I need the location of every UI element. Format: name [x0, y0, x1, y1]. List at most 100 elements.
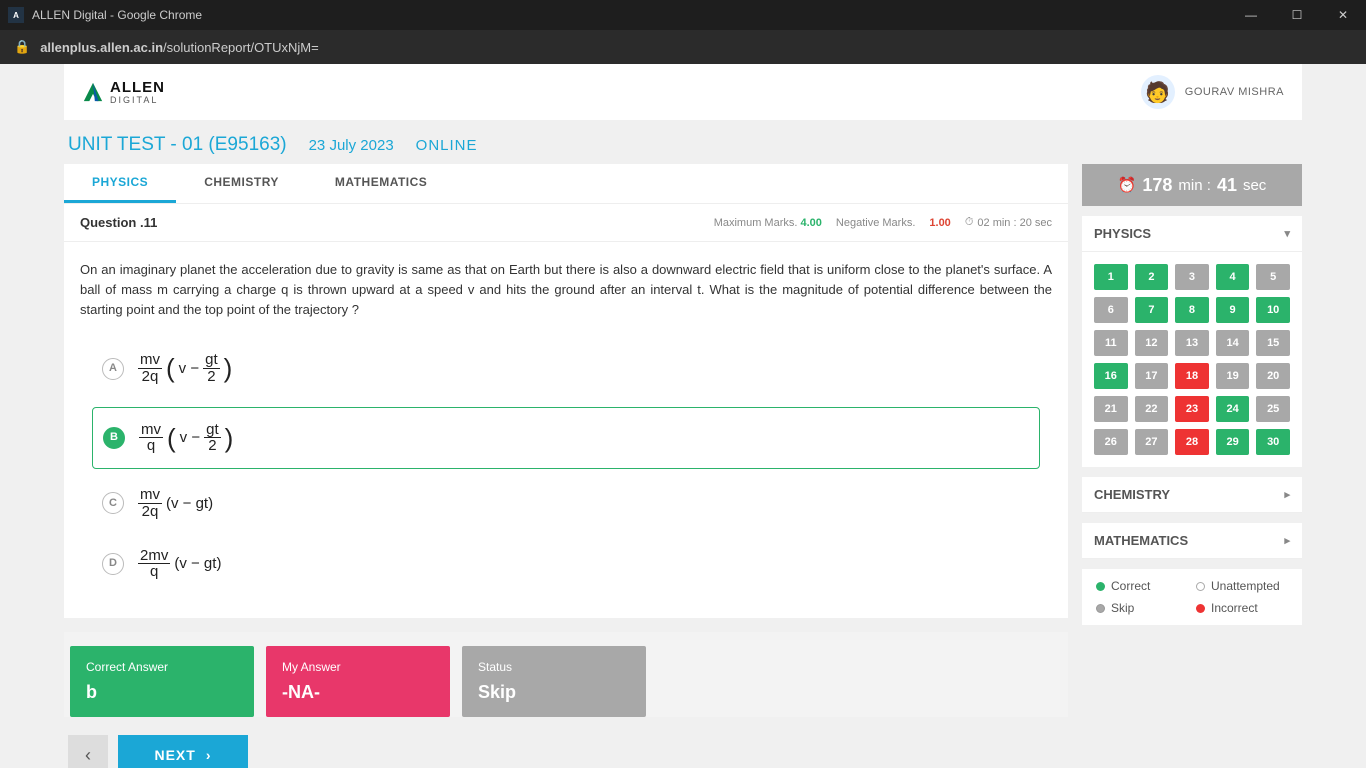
option-d[interactable]: D 2mvq(v − gt)	[92, 538, 1040, 591]
legend-incorrect: Incorrect	[1196, 601, 1288, 615]
neg-marks-value: 1.00	[929, 217, 950, 229]
question-cell-24[interactable]: 24	[1216, 396, 1250, 422]
test-name: UNIT TEST - 01 (E95163)	[68, 134, 287, 156]
tab-mathematics[interactable]: MATHEMATICS	[307, 164, 455, 203]
alarm-icon: ⏰	[1118, 176, 1137, 194]
next-label: NEXT	[154, 747, 195, 763]
question-cell-20[interactable]: 20	[1256, 363, 1290, 389]
question-cell-6[interactable]: 6	[1094, 297, 1128, 323]
question-cell-7[interactable]: 7	[1135, 297, 1169, 323]
card-label: My Answer	[282, 660, 434, 674]
question-cell-10[interactable]: 10	[1256, 297, 1290, 323]
test-mode: ONLINE	[416, 137, 478, 154]
question-cell-9[interactable]: 9	[1216, 297, 1250, 323]
avatar-icon: 🧑	[1141, 75, 1175, 109]
legend-correct: Correct	[1096, 579, 1188, 593]
panel-title: CHEMISTRY	[1094, 487, 1170, 502]
brand-name: ALLEN	[110, 79, 165, 96]
window-title: ALLEN Digital - Google Chrome	[32, 8, 202, 22]
timer-sec: 41	[1217, 175, 1237, 196]
option-b-formula: mvq (v − gt2)	[139, 418, 233, 458]
card-value: b	[86, 682, 238, 703]
url-path: /solutionReport/OTUxNjM=	[163, 40, 319, 55]
question-header: Question .11 Maximum Marks. 4.00 Negativ…	[64, 204, 1068, 242]
option-a-formula: mv2q (v − gt2)	[138, 348, 232, 388]
question-cell-4[interactable]: 4	[1216, 264, 1250, 290]
option-d-formula: 2mvq(v − gt)	[138, 548, 221, 581]
question-cell-11[interactable]: 11	[1094, 330, 1128, 356]
question-cell-30[interactable]: 30	[1256, 429, 1290, 455]
question-cell-15[interactable]: 15	[1256, 330, 1290, 356]
question-cell-22[interactable]: 22	[1135, 396, 1169, 422]
panel-title: MATHEMATICS	[1094, 533, 1188, 548]
timer-sec-label: sec	[1243, 177, 1266, 194]
chevron-down-icon: ▾	[1284, 227, 1290, 240]
app-header: ALLEN DIGITAL 🧑 GOURAV MISHRA	[64, 64, 1302, 120]
tab-physics[interactable]: PHYSICS	[64, 164, 176, 203]
panel-header-physics[interactable]: PHYSICS ▾	[1082, 216, 1302, 252]
panel-header-chemistry[interactable]: CHEMISTRY ▸	[1082, 477, 1302, 513]
chevron-right-icon: ▸	[1284, 488, 1290, 501]
card-status: Status Skip	[462, 646, 646, 717]
question-timer: 02 min : 20 sec	[977, 217, 1052, 229]
maximize-button[interactable]: ☐	[1274, 0, 1320, 30]
question-cell-27[interactable]: 27	[1135, 429, 1169, 455]
option-c[interactable]: C mv2q(v − gt)	[92, 477, 1040, 530]
question-cell-23[interactable]: 23	[1175, 396, 1209, 422]
option-bullet: D	[102, 553, 124, 575]
card-value: Skip	[478, 682, 630, 703]
panel-chemistry: CHEMISTRY ▸	[1082, 477, 1302, 513]
brand-logo[interactable]: ALLEN DIGITAL	[82, 79, 165, 105]
option-a[interactable]: A mv2q (v − gt2)	[92, 338, 1040, 398]
chevron-right-icon: ›	[206, 747, 212, 763]
question-text: On an imaginary planet the acceleration …	[80, 260, 1052, 320]
question-cell-8[interactable]: 8	[1175, 297, 1209, 323]
allen-logo-icon	[82, 81, 104, 103]
chevron-right-icon: ▸	[1284, 534, 1290, 547]
user-name: GOURAV MISHRA	[1185, 86, 1284, 98]
question-cell-26[interactable]: 26	[1094, 429, 1128, 455]
question-cell-14[interactable]: 14	[1216, 330, 1250, 356]
legend-skip: Skip	[1096, 601, 1188, 615]
question-cell-18[interactable]: 18	[1175, 363, 1209, 389]
question-nav: ‹ NEXT ›	[64, 729, 1068, 768]
legend-unattempted: Unattempted	[1196, 579, 1288, 593]
prev-button[interactable]: ‹	[68, 735, 108, 768]
option-bullet: B	[103, 427, 125, 449]
question-label: Question .	[80, 215, 144, 230]
card-value: -NA-	[282, 682, 434, 703]
card-my-answer: My Answer -NA-	[266, 646, 450, 717]
question-cell-25[interactable]: 25	[1256, 396, 1290, 422]
question-cell-3[interactable]: 3	[1175, 264, 1209, 290]
panel-mathematics: MATHEMATICS ▸	[1082, 523, 1302, 559]
url-host: allenplus.allen.ac.in	[40, 40, 163, 55]
test-date: 23 July 2023	[309, 137, 394, 154]
timer-min: 178	[1142, 175, 1172, 196]
option-b[interactable]: B mvq (v − gt2)	[92, 407, 1040, 469]
question-cell-19[interactable]: 19	[1216, 363, 1250, 389]
question-cell-2[interactable]: 2	[1135, 264, 1169, 290]
option-bullet: A	[102, 358, 124, 380]
question-cell-5[interactable]: 5	[1256, 264, 1290, 290]
next-button[interactable]: NEXT ›	[118, 735, 248, 768]
question-number: 11	[144, 215, 158, 230]
question-cell-13[interactable]: 13	[1175, 330, 1209, 356]
lock-icon: 🔒	[14, 39, 30, 55]
question-cell-17[interactable]: 17	[1135, 363, 1169, 389]
panel-header-mathematics[interactable]: MATHEMATICS ▸	[1082, 523, 1302, 559]
test-header: UNIT TEST - 01 (E95163) 23 July 2023 ONL…	[64, 120, 1302, 164]
tab-chemistry[interactable]: CHEMISTRY	[176, 164, 307, 203]
question-cell-16[interactable]: 16	[1094, 363, 1128, 389]
question-cell-12[interactable]: 12	[1135, 330, 1169, 356]
minimize-button[interactable]: —	[1228, 0, 1274, 30]
question-cell-21[interactable]: 21	[1094, 396, 1128, 422]
question-cell-1[interactable]: 1	[1094, 264, 1128, 290]
answer-cards: Correct Answer b My Answer -NA- Status S…	[64, 632, 1068, 717]
user-menu[interactable]: 🧑 GOURAV MISHRA	[1141, 75, 1284, 109]
close-button[interactable]: ✕	[1320, 0, 1366, 30]
question-cell-28[interactable]: 28	[1175, 429, 1209, 455]
neg-marks-label: Negative Marks.	[836, 217, 915, 229]
address-bar[interactable]: 🔒 allenplus.allen.ac.in/solutionReport/O…	[0, 30, 1366, 64]
brand-sub: DIGITAL	[110, 95, 165, 105]
question-cell-29[interactable]: 29	[1216, 429, 1250, 455]
